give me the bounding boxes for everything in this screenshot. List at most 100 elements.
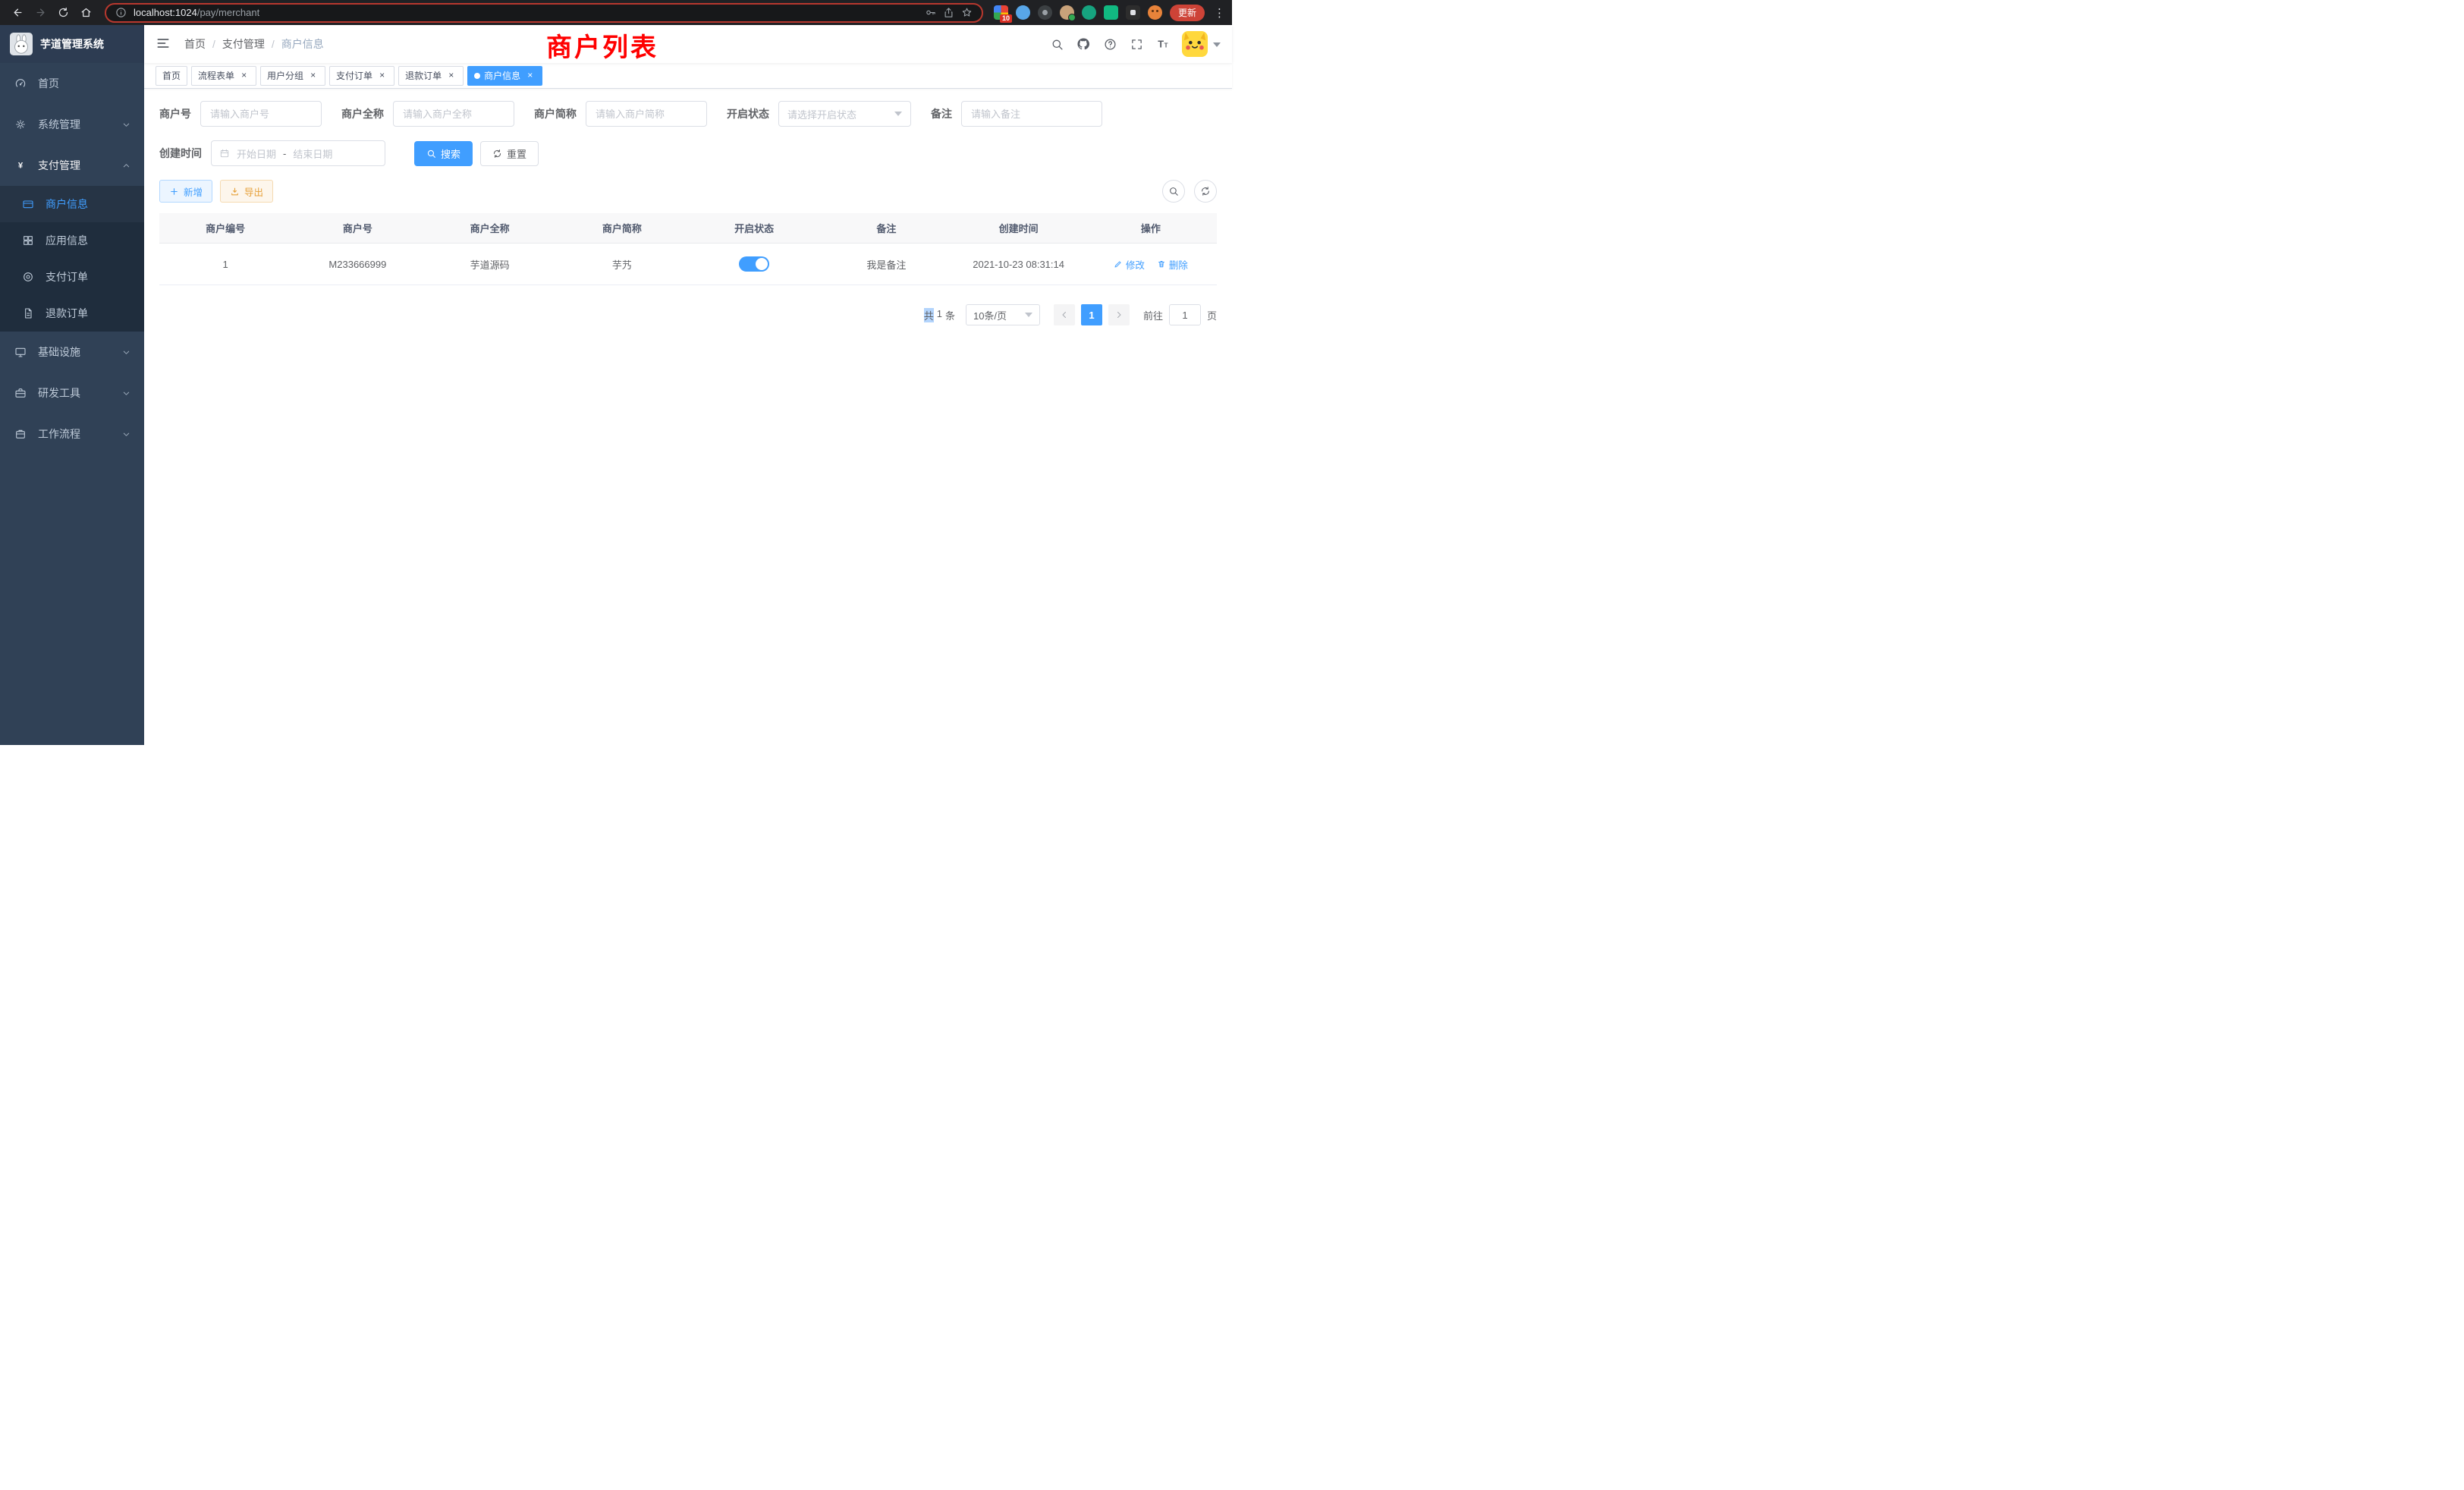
chrome-update-button[interactable]: 更新 <box>1170 5 1205 21</box>
sidebar-item-pay-order[interactable]: 支付订单 <box>0 259 144 295</box>
grid-icon <box>21 234 35 247</box>
help-icon[interactable] <box>1102 36 1117 52</box>
extension-icon-colorful[interactable]: 10 <box>994 5 1008 20</box>
menu-label: 支付管理 <box>38 158 80 173</box>
tab-pay-order[interactable]: 支付订单 <box>329 66 394 86</box>
main-area: 首页 / 支付管理 / 商户信息 商户列表 TT <box>144 25 1232 745</box>
url-host: localhost:1024 <box>134 7 197 18</box>
sidebar-logo[interactable]: 芋道管理系统 <box>0 25 144 63</box>
back-button[interactable] <box>8 3 27 23</box>
share-icon[interactable] <box>943 7 954 18</box>
tab-flow-form[interactable]: 流程表单 <box>191 66 256 86</box>
sidebar-item-merchant-info[interactable]: 商户信息 <box>0 186 144 222</box>
sidebar-item-workflow[interactable]: 工作流程 <box>0 413 144 454</box>
extension-icon-green-square[interactable] <box>1104 5 1118 20</box>
merchant-short-input[interactable] <box>586 101 707 127</box>
forward-button[interactable] <box>30 3 50 23</box>
page-size-select[interactable]: 10条/页 <box>966 304 1040 325</box>
bookmark-star-icon[interactable] <box>961 7 973 18</box>
extension-icon-black[interactable] <box>1126 5 1140 20</box>
reload-button[interactable] <box>53 3 73 23</box>
field-label: 备注 <box>931 106 952 121</box>
goto-unit: 页 <box>1207 308 1217 322</box>
close-icon[interactable] <box>445 70 457 81</box>
menu-label: 商户信息 <box>46 196 88 212</box>
merchant-name-input[interactable] <box>393 101 514 127</box>
site-info-icon[interactable] <box>115 7 127 18</box>
field-label: 开启状态 <box>727 106 769 121</box>
tab-user-group[interactable]: 用户分组 <box>260 66 325 86</box>
remark-input[interactable] <box>961 101 1102 127</box>
user-avatar-menu[interactable] <box>1182 31 1221 57</box>
filter-row-1: 商户号 商户全称 商户简称 开启状态 请选择开启状态 <box>159 101 1217 127</box>
col-header: 创建时间 <box>953 221 1085 235</box>
sidebar-item-infrastructure[interactable]: 基础设施 <box>0 332 144 372</box>
close-icon[interactable] <box>524 70 536 81</box>
prev-page-button[interactable] <box>1054 304 1075 325</box>
pagination-total: 共 1 条 <box>924 308 955 322</box>
close-icon[interactable] <box>238 70 250 81</box>
navbar-actions: TT <box>1049 31 1221 57</box>
page-number-1[interactable]: 1 <box>1081 304 1102 325</box>
sidebar-item-refund-order[interactable]: 退款订单 <box>0 295 144 332</box>
extension-icon-dark[interactable] <box>1038 5 1052 20</box>
sidebar-item-payment[interactable]: ¥ 支付管理 <box>0 145 144 186</box>
field-label: 商户简称 <box>534 106 577 121</box>
extension-icon-green-circle[interactable] <box>1082 5 1096 20</box>
close-icon[interactable] <box>307 70 319 81</box>
toggle-search-button[interactable] <box>1162 180 1185 203</box>
sidebar-item-home[interactable]: 首页 <box>0 63 144 104</box>
search-button[interactable]: 搜索 <box>414 141 473 166</box>
password-key-icon[interactable] <box>925 7 936 18</box>
extension-icon-avatar[interactable] <box>1060 5 1074 20</box>
cell-remark: 我是备注 <box>820 257 952 272</box>
svg-text:¥: ¥ <box>18 161 24 170</box>
browser-menu-icon[interactable]: ⋮ <box>1214 6 1224 20</box>
url-path: /pay/merchant <box>197 7 259 18</box>
refresh-button[interactable] <box>1194 180 1217 203</box>
select-placeholder: 请选择开启状态 <box>787 107 856 121</box>
sidebar-item-app-info[interactable]: 应用信息 <box>0 222 144 259</box>
briefcase-icon <box>14 427 27 441</box>
delete-link[interactable]: 删除 <box>1157 257 1188 272</box>
status-toggle[interactable] <box>739 256 769 272</box>
next-page-button[interactable] <box>1108 304 1130 325</box>
yen-icon: ¥ <box>14 159 27 172</box>
calendar-icon <box>219 148 230 159</box>
sidebar-item-system[interactable]: 系统管理 <box>0 104 144 145</box>
search-button-label: 搜索 <box>441 146 460 161</box>
svg-text:T: T <box>1158 39 1164 50</box>
tab-refund-order[interactable]: 退款订单 <box>398 66 464 86</box>
edit-link[interactable]: 修改 <box>1114 257 1145 272</box>
fullscreen-icon[interactable] <box>1129 36 1144 52</box>
tab-merchant-info[interactable]: 商户信息 <box>467 66 542 86</box>
tab-home[interactable]: 首页 <box>156 66 187 86</box>
browser-profile-avatar[interactable] <box>1148 5 1162 20</box>
hamburger-icon[interactable] <box>156 36 172 52</box>
filter-merchant-no: 商户号 <box>159 101 322 127</box>
github-icon[interactable] <box>1076 36 1091 52</box>
address-bar[interactable]: localhost:1024/pay/merchant <box>105 3 983 23</box>
goto-page-input[interactable] <box>1169 304 1201 325</box>
reset-button[interactable]: 重置 <box>480 141 539 166</box>
status-select[interactable]: 请选择开启状态 <box>778 101 911 127</box>
search-icon[interactable] <box>1049 36 1064 52</box>
extension-icon-blue[interactable] <box>1016 5 1030 20</box>
breadcrumb-payment[interactable]: 支付管理 <box>222 36 265 52</box>
home-button[interactable] <box>76 3 96 23</box>
extension-badge: 10 <box>1000 14 1012 23</box>
close-icon[interactable] <box>376 70 388 81</box>
font-size-icon[interactable]: TT <box>1155 36 1171 52</box>
add-button[interactable]: 新增 <box>159 180 212 203</box>
gear-icon <box>14 118 27 131</box>
breadcrumb: 首页 / 支付管理 / 商户信息 <box>184 36 324 52</box>
breadcrumb-home[interactable]: 首页 <box>184 36 206 52</box>
export-button[interactable]: 导出 <box>220 180 273 203</box>
extensions-bar: 10 <box>994 5 1162 20</box>
tab-label: 商户信息 <box>484 69 520 82</box>
sidebar-item-dev-tools[interactable]: 研发工具 <box>0 372 144 413</box>
cell-merchant-name: 芋道源码 <box>424 257 556 272</box>
date-range-picker[interactable]: 开始日期 - 结束日期 <box>211 140 385 166</box>
table-toolbar: 新增 导出 <box>159 180 1217 203</box>
merchant-no-input[interactable] <box>200 101 322 127</box>
